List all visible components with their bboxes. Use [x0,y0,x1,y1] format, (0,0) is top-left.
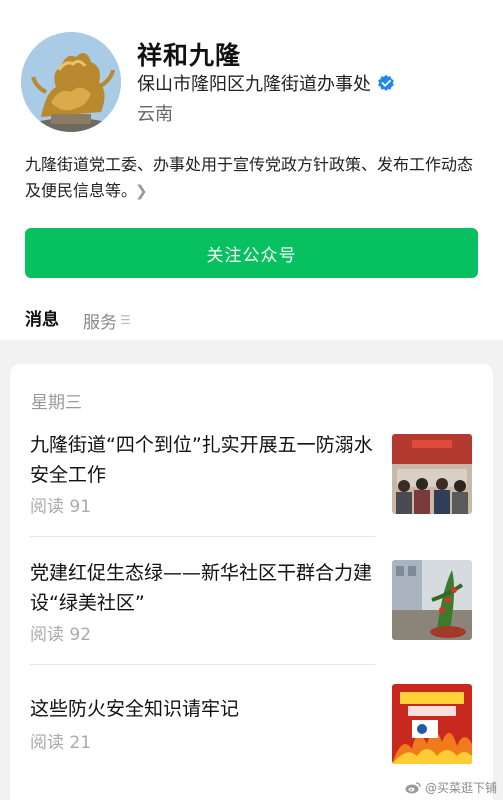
watermark-text: @买菜逛下铺 [424,781,497,795]
article-thumbnail [392,684,472,764]
article-read-count: 阅读 91 [30,497,92,517]
menu-icon: ☰ [120,313,131,327]
account-region: 云南 [137,104,173,125]
tab-services[interactable]: 服务 ☰ [83,305,131,335]
verified-badge-icon [378,74,394,91]
article-thumbnail [392,434,472,514]
tab-messages[interactable]: 消息 [25,305,65,343]
article-read-count: 阅读 92 [30,625,92,645]
dragon-statue-image [21,32,121,132]
article-divider [30,536,375,537]
message-date: 星期三 [31,393,82,413]
weibo-watermark: @买菜逛下铺 [405,779,497,796]
account-org[interactable]: 保山市隆阳区九隆街道办事处 [137,70,395,96]
article-title: 党建红促生态绿——新华社区干群合力建设“绿美社区” [30,562,373,614]
article-title: 九隆街道“四个到位”扎实开展五一防溺水安全工作 [30,434,373,486]
article-title: 这些防火安全知识请牢记 [30,698,240,720]
tab-bar: 消息 服务 ☰ [25,305,155,343]
meeting-photo-image [392,434,472,514]
article-item[interactable]: 这些防火安全知识请牢记 阅读 21 [30,684,475,780]
follow-button[interactable]: 关注公众号 [25,228,478,278]
article-thumbnail [392,560,472,640]
article-divider [30,664,375,665]
article-item[interactable]: 党建红促生态绿——新华社区干群合力建设“绿美社区” 阅读 92 [30,558,475,648]
account-avatar[interactable] [21,32,121,132]
account-description-text: 九隆街道党工委、办事处用于宣传党政方针政策、发布工作动态及便民信息等。 [25,155,474,200]
chevron-right-icon: ❯ [135,182,148,200]
garden-photo-image [392,560,472,640]
fire-safety-poster-image [392,684,472,764]
account-org-label: 保山市隆阳区九隆街道办事处 [137,74,371,95]
account-name: 祥和九隆 [137,41,242,70]
weibo-icon [405,781,421,793]
tab-services-label: 服务 [83,312,117,333]
article-item[interactable]: 九隆街道“四个到位”扎实开展五一防溺水安全工作 阅读 91 [30,430,475,520]
account-header: 祥和九隆 保山市隆阳区九隆街道办事处 云南 九隆街道党工委、办事处用于宣传党政方… [0,0,503,343]
message-card: 星期三 九隆街道“四个到位”扎实开展五一防溺水安全工作 阅读 91 党建红促生态… [10,364,493,800]
article-read-count: 阅读 21 [30,733,92,753]
account-description[interactable]: 九隆街道党工委、办事处用于宣传党政方针政策、发布工作动态及便民信息等。 ❯ [25,152,485,204]
